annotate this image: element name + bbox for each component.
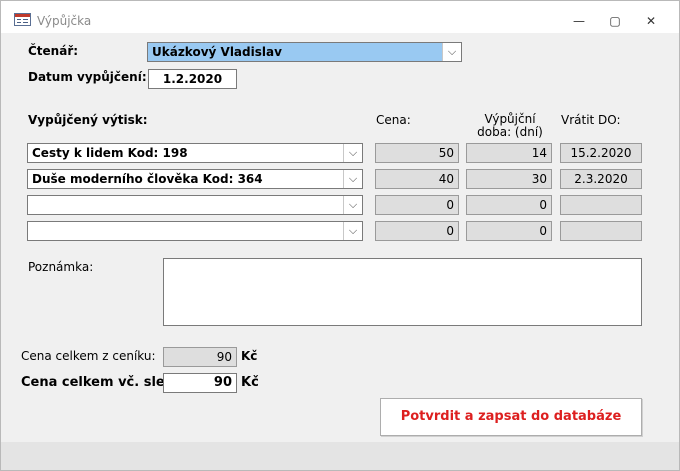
days-field-4: 0: [466, 221, 552, 241]
book-dropdown-1[interactable]: Cesty k lidem Kod: 198 ⌵: [27, 143, 363, 163]
chevron-down-icon[interactable]: ⌵: [343, 144, 362, 162]
price-field-2: 40: [375, 169, 459, 189]
price-field-3: 0: [375, 195, 459, 215]
price-field-4: 0: [375, 221, 459, 241]
reader-value: Ukázkový Vladislav: [152, 45, 282, 59]
title-bar[interactable]: Výpůjčka — ▢ ✕: [1, 1, 679, 33]
reader-dropdown[interactable]: Ukázkový Vladislav ⌵: [147, 42, 462, 62]
return-date-field-1: 15.2.2020: [560, 143, 642, 163]
discount-price-field[interactable]: 90: [163, 373, 237, 393]
note-textarea[interactable]: [163, 258, 642, 326]
return-date-field-4: [560, 221, 642, 241]
form-icon: [14, 13, 31, 26]
list-price-label: Cena celkem z ceníku:: [21, 349, 156, 363]
book-dropdown-3[interactable]: ⌵: [27, 195, 363, 215]
book-dropdown-4[interactable]: ⌵: [27, 221, 363, 241]
note-label: Poznámka:: [28, 260, 94, 274]
discount-price-label: Cena celkem vč. slev:: [21, 375, 179, 390]
return-date-field-2: 2.3.2020: [560, 169, 642, 189]
loan-date-label: Datum vypůjčení:: [28, 70, 147, 84]
days-field-3: 0: [466, 195, 552, 215]
chevron-down-icon[interactable]: ⌵: [343, 170, 362, 188]
loan-period-header: Výpůjční doba: (dní): [477, 112, 543, 139]
days-field-1: 14: [466, 143, 552, 163]
list-price-field: 90: [163, 347, 237, 367]
restore-icon: ▢: [609, 14, 621, 28]
price-field-1: 50: [375, 143, 459, 163]
chevron-down-icon[interactable]: ⌵: [442, 43, 461, 61]
return-date-header: Vrátit DO:: [561, 113, 621, 127]
book-value: Duše moderního člověka Kod: 364: [32, 172, 263, 186]
chevron-down-icon[interactable]: ⌵: [343, 222, 362, 240]
book-value: Cesty k lidem Kod: 198: [32, 146, 188, 160]
window-title: Výpůjčka: [37, 14, 92, 28]
restore-button[interactable]: ▢: [603, 11, 627, 31]
window: Výpůjčka — ▢ ✕ Čtenář: Ukázkový Vladisla…: [0, 0, 680, 471]
book-dropdown-2[interactable]: Duše moderního člověka Kod: 364 ⌵: [27, 169, 363, 189]
reader-label: Čtenář:: [28, 44, 79, 58]
list-price-currency: Kč: [241, 349, 258, 363]
chevron-down-icon[interactable]: ⌵: [343, 196, 362, 214]
minimize-button[interactable]: —: [567, 11, 591, 31]
status-strip: [1, 442, 679, 470]
days-field-2: 30: [466, 169, 552, 189]
close-button[interactable]: ✕: [639, 11, 663, 31]
return-date-field-3: [560, 195, 642, 215]
price-header: Cena:: [376, 113, 411, 127]
close-icon: ✕: [645, 14, 657, 28]
loan-date-input[interactable]: 1.2.2020: [148, 69, 237, 89]
borrowed-item-header: Vypůjčený výtisk:: [28, 113, 148, 127]
minimize-icon: —: [573, 14, 585, 28]
submit-button[interactable]: Potvrdit a zapsat do databáze: [380, 398, 642, 436]
discount-price-currency: Kč: [241, 375, 259, 390]
